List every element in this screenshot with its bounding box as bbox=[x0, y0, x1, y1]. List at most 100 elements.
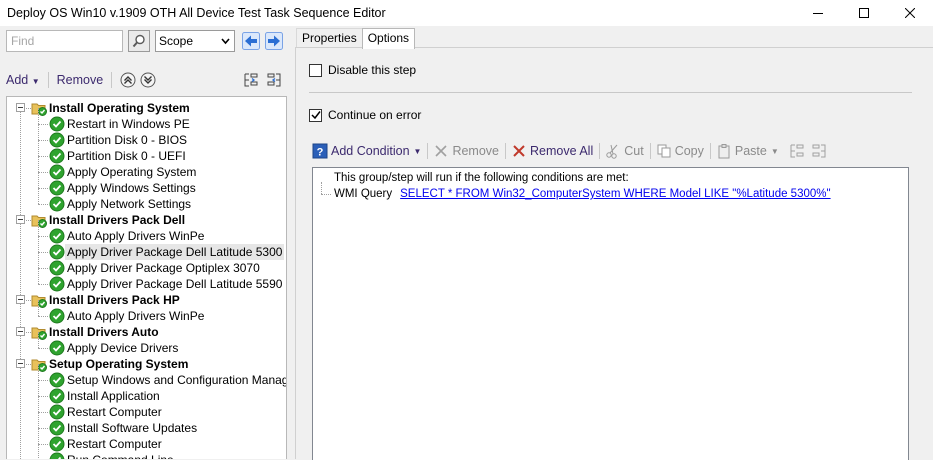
tree-connector bbox=[38, 156, 48, 157]
tree-group[interactable]: Install Drivers Pack Dell bbox=[31, 212, 187, 228]
paste-button[interactable]: Paste ▼ bbox=[716, 143, 779, 159]
conditions-list[interactable]: This group/step will run if the followin… bbox=[312, 167, 909, 460]
tree-step[interactable]: Partition Disk 0 - UEFI bbox=[49, 148, 188, 164]
cut-label: Cut bbox=[624, 144, 644, 158]
tree-step[interactable]: Apply Operating System bbox=[49, 164, 198, 180]
disable-step-option[interactable]: Disable this step bbox=[309, 63, 416, 77]
minimize-button[interactable] bbox=[795, 0, 841, 26]
checkmark-icon bbox=[310, 111, 321, 120]
maximize-button[interactable] bbox=[841, 0, 887, 26]
collapse-toggle-icon[interactable] bbox=[16, 103, 25, 112]
collapse-toggle-icon[interactable] bbox=[16, 327, 25, 336]
tree-item-label: Install Drivers Pack Dell bbox=[49, 213, 186, 227]
tree-connector bbox=[38, 428, 48, 429]
tree-item-label: Auto Apply Drivers WinPe bbox=[67, 229, 205, 243]
tree-step[interactable]: Apply Driver Package Dell Latitude 5590 bbox=[49, 276, 284, 292]
outdent-icon[interactable] bbox=[811, 143, 827, 159]
success-check-icon bbox=[49, 260, 65, 276]
tab-properties[interactable]: Properties bbox=[296, 28, 363, 48]
search-button[interactable] bbox=[128, 30, 150, 52]
remove-all-button[interactable]: Remove All bbox=[511, 143, 593, 159]
tree-item-label: Apply Device Drivers bbox=[67, 341, 179, 355]
success-check-icon bbox=[49, 180, 65, 196]
tree-step[interactable]: Setup Windows and Configuration Manager bbox=[49, 372, 286, 388]
disable-step-checkbox[interactable] bbox=[309, 63, 322, 77]
folder-check-icon bbox=[31, 103, 47, 116]
tree-item-label: Apply Driver Package Dell Latitude 5300 bbox=[65, 244, 285, 260]
tree-step[interactable]: Install Software Updates bbox=[49, 420, 199, 436]
success-check-icon bbox=[49, 132, 65, 148]
scope-dropdown[interactable]: Scope bbox=[155, 30, 235, 52]
tree-step[interactable]: Partition Disk 0 - BIOS bbox=[49, 132, 189, 148]
success-check-icon bbox=[49, 228, 65, 244]
tree-step[interactable]: Apply Windows Settings bbox=[49, 180, 198, 196]
success-check-icon bbox=[49, 372, 65, 388]
indent-icon[interactable] bbox=[789, 143, 805, 159]
move-up-icon[interactable] bbox=[120, 72, 136, 88]
collapse-toggle-icon[interactable] bbox=[16, 359, 25, 368]
remove-condition-button[interactable]: Remove bbox=[433, 143, 499, 159]
separator bbox=[599, 143, 601, 159]
disable-step-label: Disable this step bbox=[328, 63, 417, 77]
move-down-icon[interactable] bbox=[140, 72, 156, 88]
find-input[interactable] bbox=[6, 30, 123, 52]
tree-step[interactable]: Auto Apply Drivers WinPe bbox=[49, 228, 206, 244]
tree-step[interactable]: Restart Computer bbox=[49, 404, 164, 420]
separator bbox=[111, 72, 113, 88]
arrow-left-icon bbox=[242, 32, 260, 50]
tree-connector bbox=[38, 172, 39, 188]
tab-options[interactable]: Options bbox=[361, 28, 416, 49]
tree-step[interactable]: Install Application bbox=[49, 388, 162, 404]
success-check-icon bbox=[49, 148, 65, 164]
conditions-intro: This group/step will run if the followin… bbox=[334, 172, 629, 184]
continue-on-error-option[interactable]: Continue on error bbox=[309, 108, 421, 122]
tree-connector bbox=[38, 348, 48, 349]
title-bar: Deploy OS Win10 v.1909 OTH All Device Te… bbox=[0, 0, 933, 26]
tree-step[interactable]: Apply Network Settings bbox=[49, 196, 193, 212]
indent-icon[interactable] bbox=[243, 72, 259, 88]
chevron-down-icon: ▼ bbox=[413, 146, 422, 156]
cut-button[interactable]: Cut bbox=[605, 143, 644, 159]
tree-group[interactable]: Install Operating System bbox=[31, 100, 192, 116]
tree-connector bbox=[38, 204, 48, 205]
success-check-icon bbox=[49, 404, 65, 420]
tree-item-label: Apply Driver Package Optiplex 3070 bbox=[67, 261, 260, 275]
remove-button[interactable]: Remove bbox=[57, 73, 104, 87]
task-sequence-tree[interactable]: Install Operating System Restart in Windo… bbox=[6, 96, 287, 459]
tree-group[interactable]: Install Drivers Auto bbox=[31, 324, 161, 340]
outdent-icon[interactable] bbox=[266, 72, 282, 88]
tree-step[interactable]: Auto Apply Drivers WinPe bbox=[49, 308, 206, 324]
tree-step[interactable]: Apply Device Drivers bbox=[49, 340, 180, 356]
tree-step[interactable]: Apply Driver Package Dell Latitude 5300 bbox=[49, 244, 285, 260]
condition-row[interactable]: WMI Query SELECT * FROM Win32_ComputerSy… bbox=[334, 186, 831, 202]
separator bbox=[505, 143, 506, 159]
add-condition-button[interactable]: ? Add Condition ▼ bbox=[312, 143, 421, 159]
copy-button[interactable]: Copy bbox=[656, 143, 704, 159]
collapse-toggle-icon[interactable] bbox=[16, 215, 25, 224]
add-label: Add bbox=[6, 73, 29, 87]
continue-on-error-checkbox[interactable] bbox=[309, 108, 322, 122]
tree-item-label: Install Drivers Pack HP bbox=[49, 293, 180, 307]
tree-step[interactable]: Restart in Windows PE bbox=[49, 116, 192, 132]
clipboard-icon bbox=[718, 144, 730, 159]
add-menu-button[interactable]: Add ▼ bbox=[6, 73, 40, 87]
tree-connector bbox=[38, 412, 39, 428]
tree-step[interactable]: Restart Computer bbox=[49, 436, 164, 452]
collapse-toggle-icon[interactable] bbox=[16, 295, 25, 304]
tree-step[interactable]: Apply Driver Package Optiplex 3070 bbox=[49, 260, 262, 276]
tree-item-label: Install Drivers Auto bbox=[49, 325, 159, 339]
tree-group[interactable]: Install Drivers Pack HP bbox=[31, 292, 182, 308]
folder-check-icon bbox=[31, 359, 47, 372]
tree-item-label: Apply Driver Package Dell Latitude 5590 bbox=[67, 277, 283, 291]
remove-all-icon bbox=[513, 145, 525, 157]
tree-connector bbox=[38, 188, 48, 189]
back-button[interactable] bbox=[241, 31, 261, 51]
forward-button[interactable] bbox=[264, 31, 284, 51]
condition-value-link[interactable]: SELECT * FROM Win32_ComputerSystem WHERE… bbox=[400, 186, 830, 202]
tree-group[interactable]: Setup Operating System bbox=[31, 356, 190, 372]
tree-step[interactable]: Run Command Line bbox=[49, 452, 176, 459]
tab-strip: Properties Options bbox=[296, 28, 416, 49]
tree-item-label: Run Command Line bbox=[65, 452, 176, 459]
folder-check-icon bbox=[31, 215, 47, 228]
close-button[interactable] bbox=[887, 0, 933, 26]
